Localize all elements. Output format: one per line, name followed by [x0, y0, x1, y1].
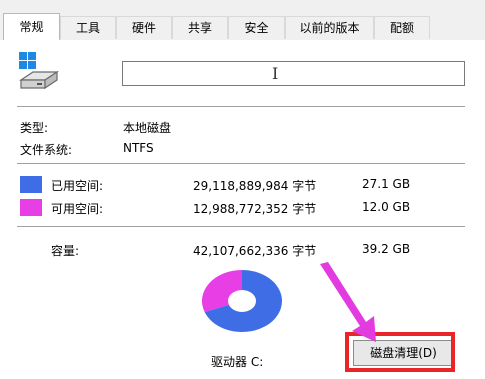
pie-hole — [228, 290, 256, 312]
text-cursor-icon: I — [272, 64, 279, 83]
tab-hardware[interactable]: 硬件 — [116, 16, 172, 39]
used-space-label: 已用空间: — [51, 179, 104, 193]
filesystem-value: NTFS — [123, 141, 154, 155]
free-space-bytes: 12,988,772,352 字节 — [193, 202, 317, 216]
divider — [17, 163, 465, 164]
disk-usage-pie — [202, 270, 282, 332]
drive-icon — [19, 52, 59, 90]
filesystem-label: 文件系统: — [20, 143, 73, 157]
tab-general[interactable]: 常规 — [3, 13, 60, 41]
tab-previous-versions[interactable]: 以前的版本 — [285, 16, 374, 39]
free-space-label: 可用空间: — [51, 202, 104, 216]
used-space-bytes: 29,118,889,984 字节 — [193, 179, 317, 193]
used-space-swatch — [20, 176, 42, 193]
capacity-bytes: 42,107,662,336 字节 — [193, 244, 317, 258]
free-space-swatch — [20, 199, 42, 216]
divider — [17, 226, 465, 227]
tab-tools[interactable]: 工具 — [60, 16, 116, 39]
tab-security[interactable]: 安全 — [228, 16, 285, 39]
drive-label: 驱动器 C: — [211, 355, 264, 369]
tab-strip: 常规 工具 硬件 共享 安全 以前的版本 配额 — [0, 0, 485, 41]
tab-sharing[interactable]: 共享 — [172, 16, 228, 39]
drive-name-input[interactable] — [122, 61, 465, 86]
type-value: 本地磁盘 — [123, 121, 172, 135]
capacity-size: 39.2 GB — [362, 242, 411, 256]
used-space-size: 27.1 GB — [362, 177, 411, 191]
free-space-size: 12.0 GB — [362, 200, 411, 214]
disk-cleanup-button[interactable]: 磁盘清理(D) — [353, 340, 454, 366]
capacity-label: 容量: — [51, 244, 80, 258]
tab-quota[interactable]: 配额 — [374, 16, 430, 39]
type-label: 类型: — [20, 121, 49, 135]
divider — [17, 106, 465, 107]
